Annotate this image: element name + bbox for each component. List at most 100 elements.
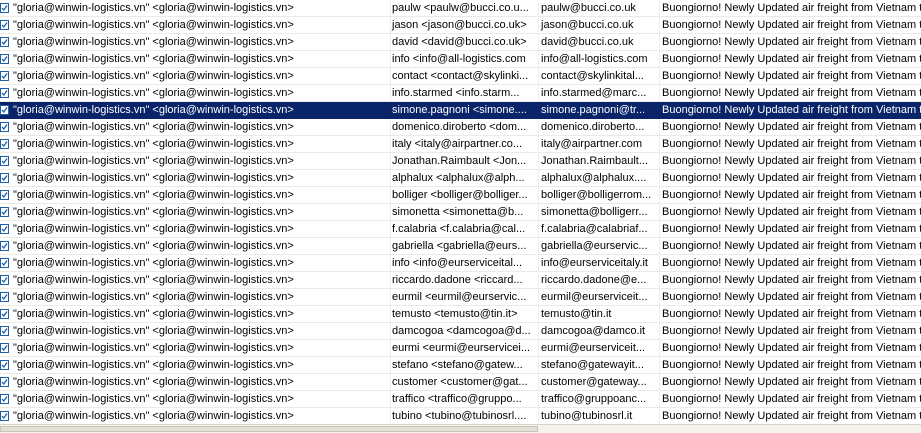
from-cell: "gloria@winwin-logistics.vn" <gloria@win… (13, 223, 294, 235)
to-address-cell: gabriella@eurservic... (541, 240, 648, 252)
table-row[interactable]: "gloria@winwin-logistics.vn" <gloria@win… (0, 374, 921, 391)
from-cell: "gloria@winwin-logistics.vn" <gloria@win… (13, 87, 294, 99)
subject-cell: Buongiorno! Newly Updated air freight fr… (662, 19, 921, 31)
subject-cell: Buongiorno! Newly Updated air freight fr… (662, 257, 921, 269)
checked-checkbox-icon[interactable] (0, 292, 9, 302)
checked-checkbox-icon[interactable] (0, 20, 9, 30)
table-row[interactable]: "gloria@winwin-logistics.vn" <gloria@win… (0, 187, 921, 204)
checked-checkbox-icon[interactable] (0, 241, 9, 251)
table-row[interactable]: "gloria@winwin-logistics.vn" <gloria@win… (0, 272, 921, 289)
checked-checkbox-icon[interactable] (0, 122, 9, 132)
table-row[interactable]: "gloria@winwin-logistics.vn" <gloria@win… (0, 170, 921, 187)
to-cell: traffico <traffico@gruppo... (392, 393, 522, 405)
table-row[interactable]: "gloria@winwin-logistics.vn" <gloria@win… (0, 323, 921, 340)
table-row[interactable]: "gloria@winwin-logistics.vn" <gloria@win… (0, 153, 921, 170)
from-cell: "gloria@winwin-logistics.vn" <gloria@win… (13, 189, 294, 201)
checked-checkbox-icon[interactable] (0, 190, 9, 200)
from-cell: "gloria@winwin-logistics.vn" <gloria@win… (13, 342, 294, 354)
table-row[interactable]: "gloria@winwin-logistics.vn" <gloria@win… (0, 408, 921, 425)
to-address-cell: domenico.diroberto... (541, 121, 645, 133)
checked-checkbox-icon[interactable] (0, 105, 9, 115)
table-row[interactable]: "gloria@winwin-logistics.vn" <gloria@win… (0, 85, 921, 102)
subject-cell: Buongiorno! Newly Updated air freight fr… (662, 53, 921, 65)
table-row[interactable]: "gloria@winwin-logistics.vn" <gloria@win… (0, 306, 921, 323)
to-cell: simonetta <simonetta@b... (392, 206, 524, 218)
to-cell: f.calabria <f.calabria@cal... (392, 223, 526, 235)
table-row[interactable]: "gloria@winwin-logistics.vn" <gloria@win… (0, 136, 921, 153)
subject-cell: Buongiorno! Newly Updated air freight fr… (662, 308, 921, 320)
checked-checkbox-icon[interactable] (0, 173, 9, 183)
checked-checkbox-icon[interactable] (0, 54, 9, 64)
table-row[interactable]: "gloria@winwin-logistics.vn" <gloria@win… (0, 34, 921, 51)
subject-cell: Buongiorno! Newly Updated air freight fr… (662, 189, 921, 201)
checked-checkbox-icon[interactable] (0, 258, 9, 268)
subject-cell: Buongiorno! Newly Updated air freight fr… (662, 376, 921, 388)
checked-checkbox-icon[interactable] (0, 326, 9, 336)
to-address-cell: riccardo.dadone@e... (541, 274, 647, 286)
checked-checkbox-icon[interactable] (0, 343, 9, 353)
subject-cell: Buongiorno! Newly Updated air freight fr… (662, 87, 921, 99)
to-address-cell: simonetta@bolligerr... (541, 206, 648, 218)
subject-cell: Buongiorno! Newly Updated air freight fr… (662, 342, 921, 354)
subject-cell: Buongiorno! Newly Updated air freight fr… (662, 223, 921, 235)
checked-checkbox-icon[interactable] (0, 139, 9, 149)
checked-checkbox-icon[interactable] (0, 156, 9, 166)
to-cell: info <info@eurserviceital... (392, 257, 523, 269)
table-row[interactable]: "gloria@winwin-logistics.vn" <gloria@win… (0, 289, 921, 306)
from-cell: "gloria@winwin-logistics.vn" <gloria@win… (13, 70, 294, 82)
table-row[interactable]: "gloria@winwin-logistics.vn" <gloria@win… (0, 238, 921, 255)
to-address-cell: traffico@gruppoanc... (541, 393, 647, 405)
table-row[interactable]: "gloria@winwin-logistics.vn" <gloria@win… (0, 119, 921, 136)
to-cell: info.starmed <info.starm... (392, 87, 520, 99)
table-row[interactable]: "gloria@winwin-logistics.vn" <gloria@win… (0, 357, 921, 374)
checked-checkbox-icon[interactable] (0, 394, 9, 404)
checked-checkbox-icon[interactable] (0, 224, 9, 234)
horizontal-scrollbar[interactable] (0, 424, 921, 433)
to-address-cell: tubino@tubinosrl.it (541, 410, 633, 422)
checked-checkbox-icon[interactable] (0, 275, 9, 285)
checked-checkbox-icon[interactable] (0, 3, 9, 13)
table-row[interactable]: "gloria@winwin-logistics.vn" <gloria@win… (0, 391, 921, 408)
table-row[interactable]: "gloria@winwin-logistics.vn" <gloria@win… (0, 340, 921, 357)
checked-checkbox-icon[interactable] (0, 309, 9, 319)
subject-cell: Buongiorno! Newly Updated air freight fr… (662, 393, 921, 405)
table-row[interactable]: "gloria@winwin-logistics.vn" <gloria@win… (0, 204, 921, 221)
to-address-cell: info.starmed@marc... (541, 87, 647, 99)
table-row[interactable]: "gloria@winwin-logistics.vn" <gloria@win… (0, 221, 921, 238)
to-address-cell: eurmi@eurserviceit... (541, 342, 646, 354)
subject-cell: Buongiorno! Newly Updated air freight fr… (662, 325, 921, 337)
table-row[interactable]: "gloria@winwin-logistics.vn" <gloria@win… (0, 102, 921, 119)
to-cell: gabriella <gabriella@eurs... (392, 240, 527, 252)
message-list[interactable]: "gloria@winwin-logistics.vn" <gloria@win… (0, 0, 921, 433)
to-cell: italy <italy@airpartner.co... (392, 138, 523, 150)
checked-checkbox-icon[interactable] (0, 207, 9, 217)
subject-cell: Buongiorno! Newly Updated air freight fr… (662, 291, 921, 303)
to-address-cell: jason@bucci.co.uk (541, 19, 634, 31)
table-row[interactable]: "gloria@winwin-logistics.vn" <gloria@win… (0, 17, 921, 34)
from-cell: "gloria@winwin-logistics.vn" <gloria@win… (13, 155, 294, 167)
checked-checkbox-icon[interactable] (0, 360, 9, 370)
to-address-cell: bolliger@bolligerrom... (541, 189, 652, 201)
checked-checkbox-icon[interactable] (0, 88, 9, 98)
table-row[interactable]: "gloria@winwin-logistics.vn" <gloria@win… (0, 255, 921, 272)
subject-cell: Buongiorno! Newly Updated air freight fr… (662, 138, 921, 150)
to-address-cell: simone.pagnoni@tr... (541, 104, 646, 116)
to-cell: Jonathan.Raimbault <Jon... (392, 155, 527, 167)
to-cell: damcogoa <damcogoa@d... (392, 325, 531, 337)
from-cell: "gloria@winwin-logistics.vn" <gloria@win… (13, 206, 294, 218)
table-row[interactable]: "gloria@winwin-logistics.vn" <gloria@win… (0, 51, 921, 68)
from-cell: "gloria@winwin-logistics.vn" <gloria@win… (13, 393, 294, 405)
to-address-cell: italy@airpartner.com (541, 138, 643, 150)
table-row[interactable]: "gloria@winwin-logistics.vn" <gloria@win… (0, 68, 921, 85)
from-cell: "gloria@winwin-logistics.vn" <gloria@win… (13, 291, 294, 303)
to-cell: eurmi <eurmi@eurservicei... (392, 342, 531, 354)
to-address-cell: stefano@gatewayit... (541, 359, 644, 371)
scrollbar-thumb[interactable] (0, 426, 538, 432)
checked-checkbox-icon[interactable] (0, 71, 9, 81)
checked-checkbox-icon[interactable] (0, 377, 9, 387)
from-cell: "gloria@winwin-logistics.vn" <gloria@win… (13, 172, 294, 184)
checked-checkbox-icon[interactable] (0, 411, 9, 421)
table-row[interactable]: "gloria@winwin-logistics.vn" <gloria@win… (0, 0, 921, 17)
subject-cell: Buongiorno! Newly Updated air freight fr… (662, 206, 921, 218)
checked-checkbox-icon[interactable] (0, 37, 9, 47)
